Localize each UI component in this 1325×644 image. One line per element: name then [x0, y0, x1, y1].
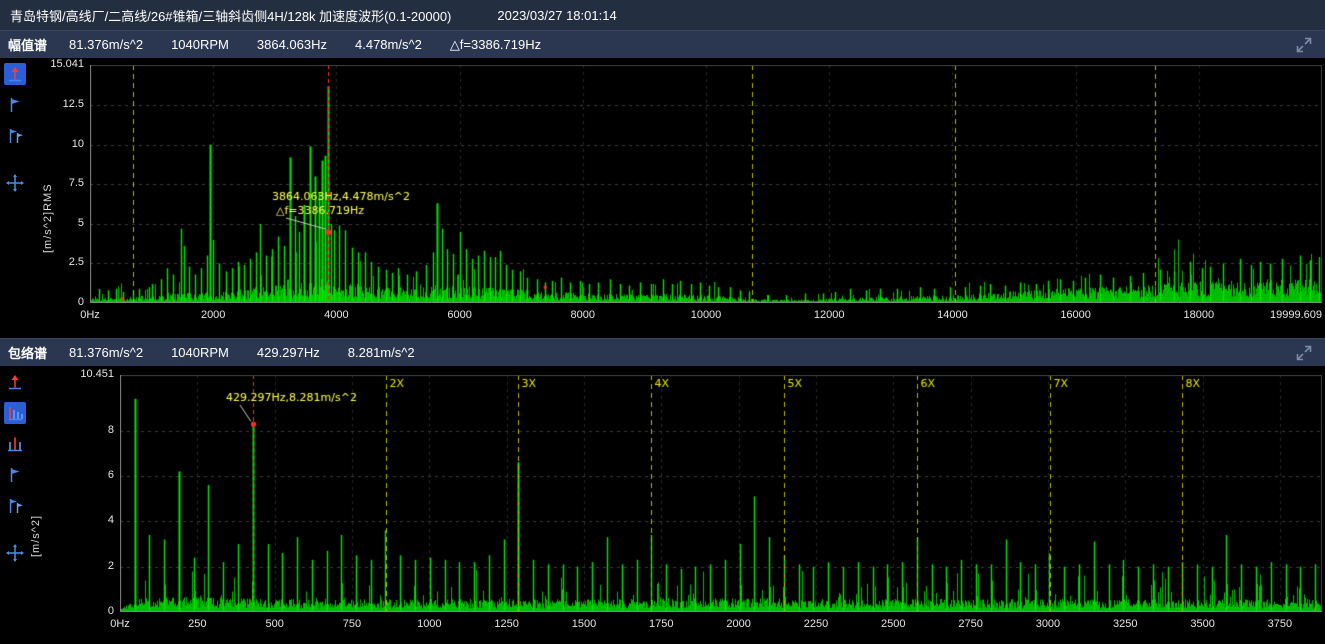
- single-cursor-icon[interactable]: [4, 371, 26, 393]
- x-tick-label: 2500: [881, 618, 905, 630]
- flag-icon[interactable]: [4, 464, 26, 486]
- x-tick-label: 0Hz: [110, 618, 130, 630]
- title-bar: 青岛特钢/高线厂/二高线/26#锥箱/三轴斜齿侧4H/128k 加速度波形(0.…: [0, 0, 1325, 30]
- expand-icon[interactable]: [1295, 344, 1313, 362]
- y-tick-label: 7.5: [20, 177, 84, 189]
- double-flag-icon[interactable]: [4, 495, 26, 517]
- envelope-chart-toolbar: [4, 371, 26, 564]
- x-tick-label: 18000: [1184, 309, 1215, 321]
- x-tick-label: 3250: [1113, 618, 1137, 630]
- envelope-spectrum-canvas[interactable]: [120, 375, 1322, 612]
- x-tick-label: 6000: [447, 309, 471, 321]
- readout-value: 3864.063Hz: [257, 37, 327, 53]
- amplitude-spectrum-header: 幅值谱 81.376m/s^2 1040RPM 3864.063Hz 4.478m/s…: [0, 30, 1325, 58]
- readout-value: 1040RPM: [171, 37, 229, 53]
- x-tick-label: 2000: [201, 309, 225, 321]
- y-tick-label: 15.041: [20, 58, 84, 70]
- x-tick-label: 2250: [804, 618, 828, 630]
- x-tick-label: 1500: [572, 618, 596, 630]
- y-tick-label: 8: [50, 424, 114, 436]
- y-tick-label: 0: [20, 296, 84, 308]
- amplitude-chart-toolbar: [4, 63, 26, 194]
- y-tick-label: 6: [50, 469, 114, 481]
- amplitude-spectrum-panel: [m/s^2]RMS 0Hz20004000600080001000012000…: [0, 58, 1325, 338]
- x-tick-label: 2750: [958, 618, 982, 630]
- readout-value: 1040RPM: [171, 345, 229, 360]
- x-tick-label: 8000: [571, 309, 595, 321]
- panel-title-envelope-spectrum: 包络谱: [8, 343, 47, 362]
- readout-value: 4.478m/s^2: [355, 37, 422, 53]
- amplitude-spectrum-canvas[interactable]: [90, 65, 1322, 303]
- x-tick-label: 1250: [494, 618, 518, 630]
- x-tick-label: 10000: [691, 309, 722, 321]
- expand-icon[interactable]: [1295, 36, 1313, 54]
- x-tick-label: 250: [188, 618, 206, 630]
- y-axis-label: [m/s^2]: [30, 461, 42, 611]
- readout-value: 8.281m/s^2: [348, 345, 415, 360]
- x-tick-label: 14000: [937, 309, 968, 321]
- x-tick-label: 1750: [649, 618, 673, 630]
- x-tick-label: 12000: [814, 309, 845, 321]
- double-flag-icon[interactable]: [4, 125, 26, 147]
- readout-value: 429.297Hz: [257, 345, 320, 360]
- harmonic-cursor-icon[interactable]: [4, 402, 26, 424]
- x-tick-label: 1000: [417, 618, 441, 630]
- vibration-analyzer-window: 青岛特钢/高线厂/二高线/26#锥箱/三轴斜齿侧4H/128k 加速度波形(0.…: [0, 0, 1325, 644]
- envelope-spectrum-header: 包络谱 81.376m/s^2 1040RPM 429.297Hz 8.281m/s^…: [0, 338, 1325, 366]
- readout-value: 81.376m/s^2: [69, 345, 143, 360]
- flag-icon[interactable]: [4, 94, 26, 116]
- x-tick-label: 16000: [1060, 309, 1091, 321]
- envelope-spectrum-readouts: 81.376m/s^2 1040RPM 429.297Hz 8.281m/s^2: [69, 345, 443, 360]
- x-tick-label: 500: [265, 618, 283, 630]
- y-tick-label: 12.5: [20, 98, 84, 110]
- x-tick-label: 750: [343, 618, 361, 630]
- x-tick-label: 19999.609: [1270, 309, 1322, 321]
- readout-value: △f=3386.719Hz: [450, 37, 541, 53]
- y-tick-label: 2.5: [20, 256, 84, 268]
- y-tick-label: 0: [50, 605, 114, 617]
- readout-value: 81.376m/s^2: [69, 37, 143, 53]
- y-tick-label: 4: [50, 514, 114, 526]
- move-icon[interactable]: [4, 542, 26, 564]
- x-tick-label: 4000: [324, 309, 348, 321]
- y-tick-label: 2: [50, 560, 114, 572]
- y-tick-label: 10.451: [50, 368, 114, 380]
- amplitude-spectrum-readouts: 81.376m/s^2 1040RPM 3864.063Hz 4.478m/s^2 △f…: [69, 37, 569, 53]
- x-tick-label: 0Hz: [80, 309, 100, 321]
- x-tick-label: 2000: [726, 618, 750, 630]
- measurement-datetime: 2023/03/27 18:01:14: [497, 8, 616, 23]
- move-icon[interactable]: [4, 172, 26, 194]
- x-tick-label: 3750: [1268, 618, 1292, 630]
- measurement-point-breadcrumb: 青岛特钢/高线厂/二高线/26#锥箱/三轴斜齿侧4H/128k 加速度波形(0.…: [10, 6, 451, 25]
- y-tick-label: 5: [20, 217, 84, 229]
- envelope-spectrum-panel: [m/s^2] 0Hz 250 500 750 1000 1250 1500 1750 2000…: [0, 366, 1325, 644]
- x-tick-label: 3000: [1036, 618, 1060, 630]
- x-tick-label: 3500: [1190, 618, 1214, 630]
- panel-title-amplitude-spectrum: 幅值谱: [8, 35, 47, 54]
- y-tick-label: 10: [20, 138, 84, 150]
- single-cursor-icon[interactable]: [4, 63, 26, 85]
- sideband-cursor-icon[interactable]: [4, 433, 26, 455]
